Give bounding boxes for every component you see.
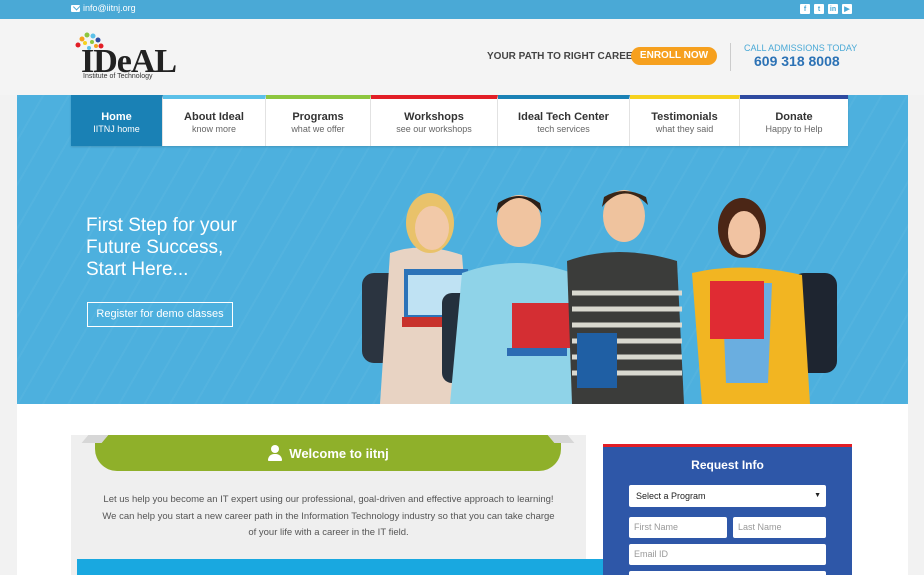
linkedin-icon[interactable]: in xyxy=(828,4,838,14)
welcome-header: Welcome to iitnj xyxy=(95,435,561,471)
welcome-title: Welcome to iitnj xyxy=(289,445,389,461)
student-figure xyxy=(567,190,684,404)
nav-workshops[interactable]: Workshops see our workshops xyxy=(371,95,498,146)
student-figure xyxy=(692,198,837,404)
email-link[interactable]: info@iitnj.org xyxy=(71,3,136,13)
call-admissions-label: CALL ADMISSIONS TODAY xyxy=(744,43,858,53)
hero-headline-line: Future Success, xyxy=(86,237,224,258)
ideal-logo[interactable]: IDeAL Institute of Technology xyxy=(71,31,177,83)
request-info-form: Request Info Select a Program ▼ First Na… xyxy=(603,444,852,575)
nav-home[interactable]: Home IITNJ home xyxy=(71,95,163,146)
user-icon xyxy=(267,445,283,461)
nav-subtitle: tech services xyxy=(537,124,590,134)
enroll-now-button[interactable]: ENROLL NOW xyxy=(631,47,717,65)
nav-subtitle: what we offer xyxy=(291,124,345,134)
section-strip xyxy=(77,559,607,575)
nav-subtitle: see our workshops xyxy=(396,124,472,134)
nav-donate[interactable]: Donate Happy to Help xyxy=(740,95,848,146)
phone-number[interactable]: 609 318 8008 xyxy=(754,53,840,69)
nav-title: Home xyxy=(101,111,132,123)
header-divider xyxy=(730,43,731,71)
email-text: info@iitnj.org xyxy=(83,3,136,13)
hero-headline-line: First Step for your xyxy=(86,215,237,236)
hero-headline: First Step for your Future Success, Star… xyxy=(86,215,286,281)
nav-ideal-tech-center[interactable]: Ideal Tech Center tech services xyxy=(498,95,630,146)
tagline: YOUR PATH TO RIGHT CAREER xyxy=(487,51,640,62)
hero-banner: Home IITNJ home About Ideal know more Pr… xyxy=(17,95,908,404)
student-figure xyxy=(442,195,586,404)
program-select-value: Select a Program xyxy=(636,491,706,501)
twitter-icon[interactable]: t xyxy=(814,4,824,14)
nav-about-ideal[interactable]: About Ideal know more xyxy=(163,95,266,146)
first-name-field[interactable]: First Name xyxy=(629,517,727,538)
hero-headline-line: Start Here... xyxy=(86,259,189,280)
nav-subtitle: know more xyxy=(191,124,236,134)
main-content: Welcome to iitnj Let us help you become … xyxy=(17,404,908,575)
register-demo-button[interactable]: Register for demo classes xyxy=(87,302,233,327)
last-name-field[interactable]: Last Name xyxy=(733,517,826,538)
nav-title: Programs xyxy=(292,111,344,123)
main-nav: Home IITNJ home About Ideal know more Pr… xyxy=(71,95,848,146)
welcome-section: Welcome to iitnj Let us help you become … xyxy=(71,435,586,575)
nav-testimonials[interactable]: Testimonials what they said xyxy=(630,95,740,146)
nav-subtitle: IITNJ home xyxy=(93,124,140,134)
students-photo xyxy=(362,190,837,404)
request-info-title: Request Info xyxy=(691,458,764,472)
header: IDeAL Institute of Technology YOUR PATH … xyxy=(0,19,924,95)
welcome-text: Let us help you become an IT expert usin… xyxy=(102,494,555,538)
caret-down-icon: ▼ xyxy=(814,492,821,499)
nav-subtitle: Happy to Help xyxy=(765,124,823,134)
nav-title: Workshops xyxy=(404,111,464,123)
youtube-icon[interactable]: ▶ xyxy=(842,4,852,14)
nav-title: About Ideal xyxy=(184,111,244,123)
logo-subtitle: Institute of Technology xyxy=(83,73,153,80)
facebook-icon[interactable]: f xyxy=(800,4,810,14)
top-bar: info@iitnj.org f t in ▶ xyxy=(0,0,924,19)
mail-icon xyxy=(71,4,80,12)
email-field[interactable]: Email ID xyxy=(629,544,826,565)
nav-title: Testimonials xyxy=(651,111,718,123)
nav-title: Ideal Tech Center xyxy=(518,111,609,123)
nav-subtitle: what they said xyxy=(655,124,714,134)
program-select[interactable]: Select a Program ▼ xyxy=(629,485,826,507)
social-links: f t in ▶ xyxy=(800,4,852,14)
nav-title: Donate xyxy=(775,111,813,123)
nav-programs[interactable]: Programs what we offer xyxy=(266,95,371,146)
next-field[interactable] xyxy=(629,571,826,575)
